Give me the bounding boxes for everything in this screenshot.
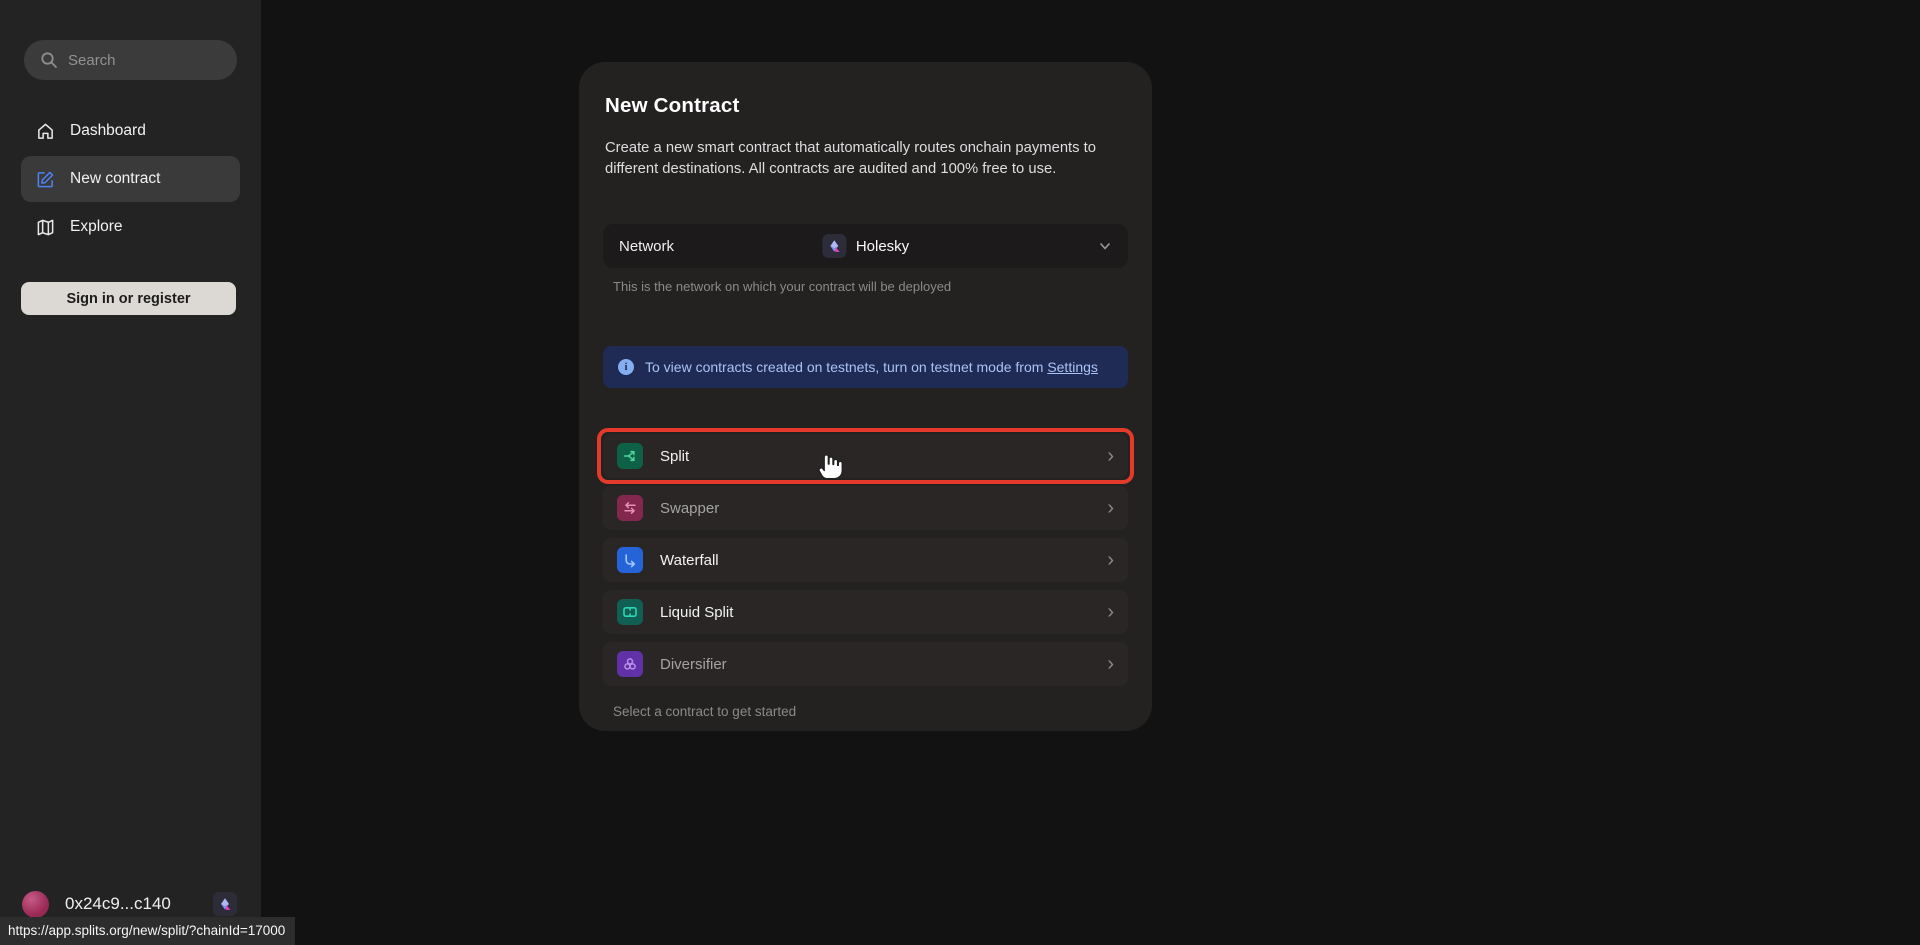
settings-link[interactable]: Settings <box>1047 359 1098 375</box>
info-icon: i <box>618 359 634 375</box>
contract-row-split-wrap: Split › <box>603 434 1128 478</box>
search-icon <box>40 51 58 69</box>
modal-description: Create a new smart contract that automat… <box>605 138 1126 180</box>
swap-arrows-icon <box>617 495 643 521</box>
contract-row-swapper-wrap: Swapper › <box>603 486 1128 530</box>
status-url-bar: https://app.splits.org/new/split/?chainI… <box>0 917 295 945</box>
network-ethereum-icon[interactable] <box>213 892 237 916</box>
contract-row-label: Split <box>660 448 689 465</box>
network-helper-text: This is the network on which your contra… <box>613 279 1128 294</box>
sign-in-button[interactable]: Sign in or register <box>21 282 236 315</box>
contract-row[interactable]: Liquid Split › <box>603 590 1128 634</box>
sidebar-nav: Dashboard New contract Explore <box>21 108 240 250</box>
list-footer-text: Select a contract to get started <box>613 704 1128 719</box>
contract-row-diversifier-wrap: Diversifier › <box>603 642 1128 686</box>
search-placeholder: Search <box>68 52 116 69</box>
chevron-down-icon <box>1098 239 1112 253</box>
sidebar-item-label: Dashboard <box>70 122 146 140</box>
contract-row-liquid-split-wrap: Liquid Split › <box>603 590 1128 634</box>
avatar <box>22 891 49 918</box>
sidebar-item-explore[interactable]: Explore <box>21 204 240 250</box>
pencil-icon <box>35 169 55 189</box>
contract-row[interactable]: Diversifier › <box>603 642 1128 686</box>
holesky-network-icon <box>822 234 846 258</box>
network-select[interactable]: Network Holesky <box>603 224 1128 268</box>
sidebar-item-dashboard[interactable]: Dashboard <box>21 108 240 154</box>
wallet-address: 0x24c9...c140 <box>65 894 171 914</box>
network-name: Holesky <box>856 238 909 255</box>
search-input[interactable]: Search <box>24 40 237 80</box>
home-icon <box>35 121 55 141</box>
contract-row-label: Waterfall <box>660 552 719 569</box>
network-select-value: Holesky <box>822 234 909 258</box>
chevron-right-icon: › <box>1107 602 1114 622</box>
new-contract-modal: New Contract Create a new smart contract… <box>579 62 1152 731</box>
sidebar: Search Dashboard New contract <box>0 0 261 945</box>
contract-row[interactable]: Swapper › <box>603 486 1128 530</box>
ticket-icon <box>617 599 643 625</box>
chevron-right-icon: › <box>1107 446 1114 466</box>
contract-row-waterfall-wrap: Waterfall › <box>603 538 1128 582</box>
network-select-label: Network <box>619 238 674 255</box>
sidebar-item-label: Explore <box>70 218 123 236</box>
contract-list: Split › Swapper › <box>603 434 1128 686</box>
map-icon <box>35 217 55 237</box>
contract-row[interactable]: Split › <box>603 434 1128 478</box>
split-arrows-icon <box>617 443 643 469</box>
banner-text: To view contracts created on testnets, t… <box>645 359 1098 375</box>
testnet-info-banner: i To view contracts created on testnets,… <box>603 346 1128 388</box>
contract-row-label: Liquid Split <box>660 604 733 621</box>
chevron-right-icon: › <box>1107 550 1114 570</box>
contract-row[interactable]: Waterfall › <box>603 538 1128 582</box>
waterfall-arrow-icon <box>617 547 643 573</box>
wallet-row[interactable]: 0x24c9...c140 <box>0 889 261 919</box>
chevron-right-icon: › <box>1107 654 1114 674</box>
sidebar-item-new-contract[interactable]: New contract <box>21 156 240 202</box>
contract-row-label: Diversifier <box>660 656 727 673</box>
chevron-right-icon: › <box>1107 498 1114 518</box>
modal-title: New Contract <box>605 94 1128 118</box>
sidebar-item-label: New contract <box>70 170 160 188</box>
molecule-icon <box>617 651 643 677</box>
contract-row-label: Swapper <box>660 500 719 517</box>
